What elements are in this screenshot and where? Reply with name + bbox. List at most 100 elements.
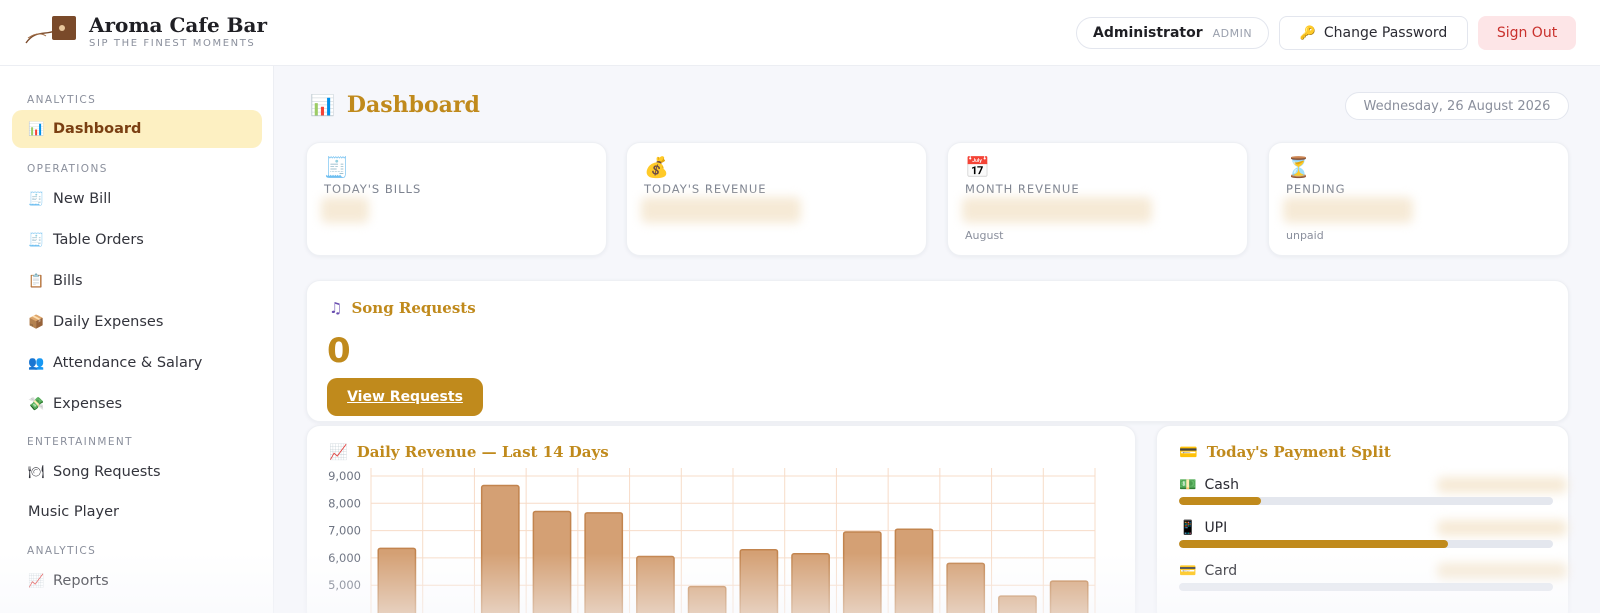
sidebar-item-label: Table Orders [53,232,144,248]
sidebar-item-label: Bills [53,273,83,289]
redacted-value [1437,477,1567,493]
revenue-bar[interactable] [1049,580,1089,613]
payment-label: UPI [1204,520,1228,536]
redacted-value [962,197,1152,223]
revenue-bar[interactable] [532,510,572,613]
phone-icon: 📱 [1179,520,1197,536]
sidebar-item-new-bill[interactable]: 🧾 New Bill [12,180,262,218]
hourglass-icon: ⏳ [1286,155,1311,179]
redacted-value [1437,520,1567,536]
cash-icon: 💵 [1179,477,1197,493]
daily-revenue-panel: 📈 Daily Revenue — Last 14 Days 5,000 6,00… [306,425,1136,613]
song-requests-count: 0 [327,331,351,371]
sidebar-item-daily-expenses[interactable]: 📦 Daily Expenses [12,303,262,341]
revenue-bar[interactable] [998,595,1037,613]
stat-label: PENDING [1286,182,1346,196]
receipt-icon: 🧾 [324,155,349,179]
sidebar-item-label: Music Player [28,504,119,520]
key-icon: 🔑 [1299,25,1316,41]
sidebar-item-label: Song Requests [53,464,161,480]
user-badge: Administrator ADMIN [1076,17,1269,49]
sidebar-item-bills[interactable]: 📋 Bills [12,262,262,300]
revenue-bar[interactable] [791,553,830,613]
revenue-bar[interactable] [687,585,727,613]
stat-label: TODAY'S BILLS [324,182,422,196]
redacted-value [1283,197,1413,223]
change-password-button[interactable]: 🔑 Change Password [1279,16,1468,50]
y-tick-label: 8,000 [328,496,361,510]
top-bar: Aroma Cafe Bar SIP THE FINEST MOMENTS Ad… [0,0,1600,66]
payment-progress-track [1179,497,1553,505]
section-label-operations: OPERATIONS [27,163,108,175]
redacted-value [321,197,369,223]
sidebar-item-reports[interactable]: 📈 Reports [12,562,262,600]
stat-card-todays-revenue: 💰 TODAY'S REVENUE [626,142,927,256]
payment-progress-fill [1179,540,1449,548]
sidebar: ANALYTICS 📊 Dashboard OPERATIONS 🧾 New B… [0,66,274,613]
song-requests-title-text: Song Requests [351,299,476,317]
credit-card-icon: 💳 [1179,443,1198,461]
cafe-logo [25,16,76,44]
stat-card-month-revenue: 📅 MONTH REVENUE August [947,142,1248,256]
user-role: ADMIN [1212,26,1253,40]
money-bag-icon: 💰 [644,155,669,179]
section-label-entertainment: ENTERTAINMENT [27,436,133,448]
payment-label: Card [1204,563,1238,579]
sidebar-item-attendance-salary[interactable]: 👥 Attendance & Salary [12,344,262,382]
plate-icon: 🍽 [28,464,45,480]
sidebar-item-label: Daily Expenses [53,314,164,330]
revenue-bar[interactable] [636,555,675,613]
stat-label: TODAY'S REVENUE [644,182,767,196]
redacted-value [1437,563,1567,579]
revenue-bar[interactable] [842,531,882,613]
revenue-bar[interactable] [480,484,520,613]
stat-card-todays-bills: 🧾 TODAY'S BILLS [306,142,607,256]
stat-label: MONTH REVENUE [965,182,1080,196]
bar-chart-icon: 📊 [310,93,335,117]
sidebar-item-music-player[interactable]: Music Player [12,493,262,531]
sidebar-item-label: Expenses [53,396,123,412]
sidebar-item-table-orders[interactable]: 🧾 Table Orders [12,221,262,259]
y-tick-label: 7,000 [328,524,361,538]
payment-progress-fill [1179,497,1262,505]
view-requests-button[interactable]: View Requests [327,378,483,416]
section-label-analytics-2: ANALYTICS [27,545,97,557]
stat-sub: August [965,229,1004,242]
brand-tagline: SIP THE FINEST MOMENTS [89,38,256,49]
revenue-bar[interactable] [377,547,417,613]
bar-chart-icon: 📊 [28,121,45,137]
revenue-bar[interactable] [946,562,986,613]
sidebar-item-song-requests[interactable]: 🍽 Song Requests [12,453,262,491]
stat-sub: unpaid [1286,229,1324,242]
music-note-icon: ♫ [329,299,343,317]
song-requests-card: ♫ Song Requests 0 View Requests [306,280,1569,422]
y-tick-label: 6,000 [328,551,361,565]
package-icon: 📦 [28,314,45,330]
sidebar-item-label: Dashboard [53,121,142,137]
y-tick-label: 5,000 [328,578,361,592]
redacted-value [641,197,801,223]
money-wings-icon: 💸 [28,396,45,412]
page-title: 📊 Dashboard [310,92,480,118]
user-name: Administrator [1093,25,1203,41]
trend-chart-icon: 📈 [28,573,45,589]
revenue-bar[interactable] [739,548,779,613]
credit-card-icon: 💳 [1179,563,1197,579]
payment-split-panel: 💳 Today's Payment Split 💵 Cash 📱 UPI 💳 Card [1156,425,1569,613]
receipt-icon: 🧾 [28,232,45,248]
sidebar-item-expenses[interactable]: 💸 Expenses [12,385,262,423]
sidebar-item-label: Reports [53,573,109,589]
payment-progress-track [1179,583,1553,591]
change-password-label: Change Password [1323,25,1448,41]
sidebar-item-dashboard[interactable]: 📊 Dashboard [12,110,262,148]
sign-out-button[interactable]: Sign Out [1478,16,1576,50]
calendar-icon: 📅 [965,155,990,179]
revenue-bar[interactable] [584,512,624,613]
brand-name: Aroma Cafe Bar [89,13,268,37]
section-label-analytics: ANALYTICS [27,94,97,106]
people-icon: 👥 [28,355,45,371]
song-requests-title: ♫ Song Requests [329,299,476,317]
receipt-icon: 🧾 [28,191,45,207]
y-tick-label: 9,000 [328,469,361,483]
revenue-bar[interactable] [894,528,934,613]
